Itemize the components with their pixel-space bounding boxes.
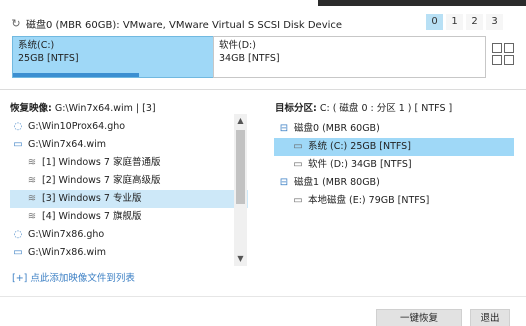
- disk-tab-3[interactable]: 3: [486, 14, 503, 30]
- layers-icon: ≋: [27, 157, 37, 168]
- image-list-scrollbar[interactable]: ▲ ▼: [234, 114, 247, 266]
- tree-node-label: 本地磁盘 (E:) 79GB [NTFS]: [308, 195, 430, 206]
- partition-d-size: 34GB [NTFS]: [219, 53, 280, 64]
- restore-image-header: 恢复映像: G:\Win7x64.wim | [3]: [10, 100, 156, 114]
- image-list-item-label: G:\Win7x86.gho: [28, 229, 105, 240]
- disk-tab-0[interactable]: 0: [426, 14, 443, 30]
- tree-node-label: 系统 (C:) 25GB [NTFS]: [308, 141, 411, 152]
- layers-icon: ≋: [27, 175, 37, 186]
- restore-image-label: 恢复映像:: [10, 103, 52, 114]
- tree-node-label: 磁盘1 (MBR 80GB): [294, 177, 380, 188]
- exit-button[interactable]: 退出: [470, 309, 510, 326]
- partition-icon: ▭: [293, 141, 303, 152]
- disk-tab-2[interactable]: 2: [466, 14, 483, 30]
- target-partition-label: 目标分区:: [275, 103, 317, 114]
- disk-tabs: 0 1 2 3: [426, 14, 503, 30]
- tree-disk-node[interactable]: ⊟ 磁盘1 (MBR 80GB): [274, 174, 514, 192]
- divider: [0, 89, 526, 90]
- image-list-item[interactable]: ◌ G:\Win10Prox64.gho: [10, 118, 248, 136]
- image-list-item-label: [3] Windows 7 专业版: [42, 193, 142, 204]
- image-list-item[interactable]: ≋ [2] Windows 7 家庭高级版: [10, 172, 248, 190]
- ghost-image-icon: ◌: [13, 121, 23, 132]
- add-image-link[interactable]: [+] 点此添加映像文件到列表: [12, 270, 135, 284]
- image-list-item[interactable]: ▭ G:\Win7x86.wim: [10, 244, 248, 262]
- image-list-item-label: G:\Win10Prox64.gho: [28, 121, 126, 132]
- image-list-item-label: [2] Windows 7 家庭高级版: [42, 175, 161, 186]
- image-list-item[interactable]: ≋ [1] Windows 7 家庭普通版: [10, 154, 248, 172]
- tree-disk-node[interactable]: ⊟ 磁盘0 (MBR 60GB): [274, 120, 514, 138]
- scroll-up-icon[interactable]: ▲: [234, 114, 247, 128]
- tree-partition-node[interactable]: ▭ 系统 (C:) 25GB [NTFS]: [274, 138, 514, 156]
- grid-layout-icon[interactable]: [492, 43, 514, 65]
- layers-icon: ≋: [27, 211, 37, 222]
- partition-d-name: 软件(D:): [219, 40, 256, 51]
- image-list-item-label: [1] Windows 7 家庭普通版: [42, 157, 161, 168]
- refresh-icon[interactable]: ↻: [10, 17, 22, 30]
- monitor-icon: ▭: [13, 247, 23, 258]
- layers-icon: ≋: [27, 193, 37, 204]
- partition-c[interactable]: 系统(C:) 25GB [NTFS]: [12, 36, 214, 78]
- disk-icon: ⊟: [279, 123, 289, 134]
- restore-image-value: G:\Win7x64.wim | [3]: [54, 103, 156, 114]
- target-partition-header: 目标分区: C: ( 磁盘 0 : 分区 1 ) [ NTFS ]: [275, 100, 452, 114]
- partition-tree: ⊟ 磁盘0 (MBR 60GB) ▭ 系统 (C:) 25GB [NTFS] ▭ 软件 (…: [274, 120, 514, 210]
- tree-partition-node[interactable]: ▭ 软件 (D:) 34GB [NTFS]: [274, 156, 514, 174]
- image-list-item[interactable]: ≋ [3] Windows 7 专业版: [10, 190, 248, 208]
- disk-title: 磁盘0 (MBR 60GB): VMware, VMware Virtual S…: [26, 19, 343, 31]
- image-list-item-label: G:\Win7x86.wim: [28, 247, 107, 258]
- window-top-bar: [318, 0, 526, 6]
- image-list-item[interactable]: ▭ G:\Win7x64.wim: [10, 136, 248, 154]
- partition-c-size: 25GB [NTFS]: [18, 53, 79, 64]
- image-list-item-label: [4] Windows 7 旗舰版: [42, 211, 142, 222]
- ghost-image-icon: ◌: [13, 229, 23, 240]
- monitor-icon: ▭: [13, 139, 23, 150]
- scroll-thumb[interactable]: [236, 130, 245, 204]
- partition-icon: ▭: [293, 159, 303, 170]
- disk-icon: ⊟: [279, 177, 289, 188]
- partition-icon: ▭: [293, 195, 303, 206]
- partition-c-name: 系统(C:): [18, 40, 55, 51]
- scroll-down-icon[interactable]: ▼: [234, 252, 247, 266]
- image-list-item[interactable]: ◌ G:\Win7x86.gho: [10, 226, 248, 244]
- target-partition-value: C: ( 磁盘 0 : 分区 1 ) [ NTFS ]: [319, 103, 453, 114]
- image-list: ◌ G:\Win10Prox64.gho ▭ G:\Win7x64.wim ≋ [1] W…: [10, 118, 248, 266]
- tree-node-label: 软件 (D:) 34GB [NTFS]: [308, 159, 412, 170]
- tree-node-label: 磁盘0 (MBR 60GB): [294, 123, 380, 134]
- disk-header: ↻ 磁盘0 (MBR 60GB): VMware, VMware Virtual…: [10, 15, 342, 31]
- image-list-item[interactable]: ≋ [4] Windows 7 旗舰版: [10, 208, 248, 226]
- disk-tab-1[interactable]: 1: [446, 14, 463, 30]
- partition-d[interactable]: 软件(D:) 34GB [NTFS]: [213, 36, 486, 78]
- footer-divider: [0, 296, 526, 297]
- image-list-item-label: G:\Win7x64.wim: [28, 139, 107, 150]
- partition-c-usage-bar: [13, 73, 139, 77]
- tree-partition-node[interactable]: ▭ 本地磁盘 (E:) 79GB [NTFS]: [274, 192, 514, 210]
- partition-bar: 系统(C:) 25GB [NTFS] 软件(D:) 34GB [NTFS]: [12, 36, 487, 78]
- restore-button[interactable]: 一键恢复: [376, 309, 462, 326]
